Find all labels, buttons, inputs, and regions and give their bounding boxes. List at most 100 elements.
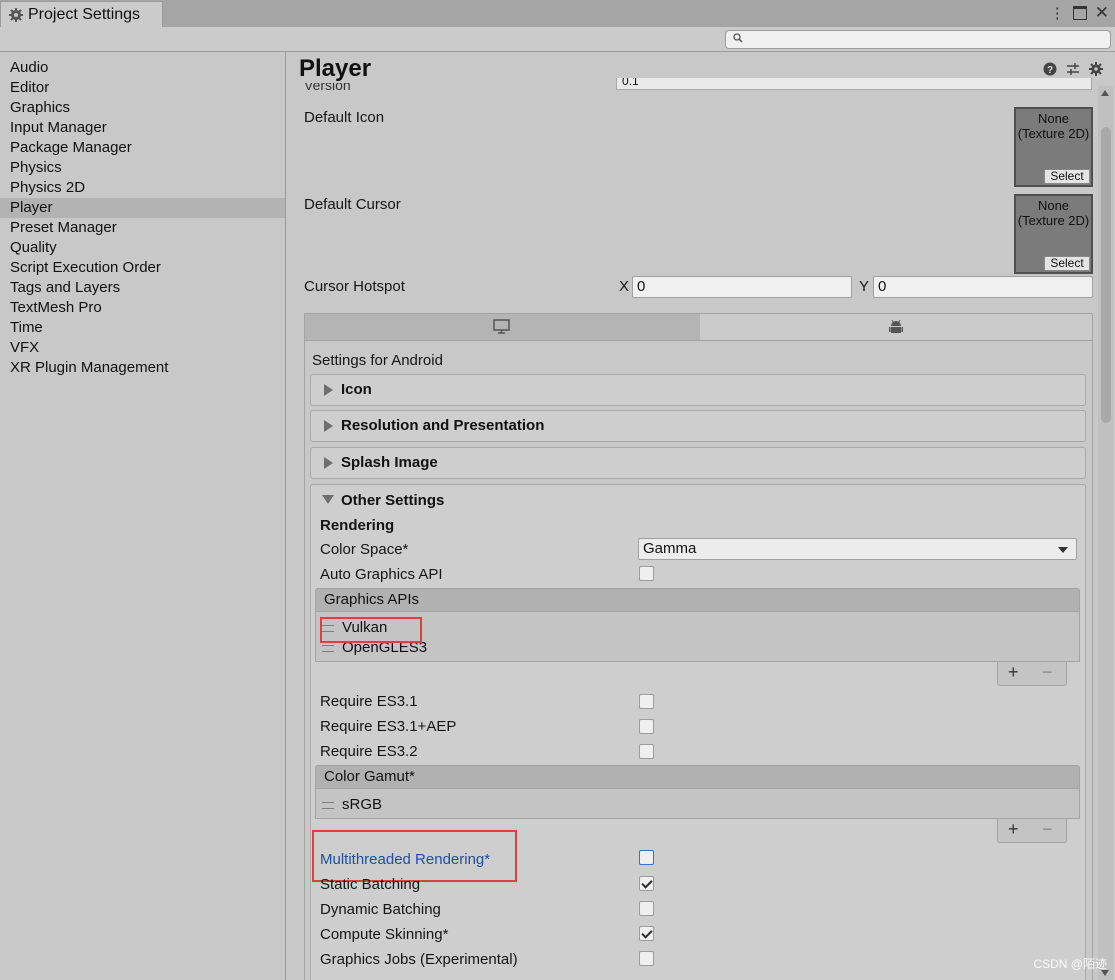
color-space-label: Color Space* (320, 541, 409, 558)
splash-image-foldout[interactable]: Splash Image (310, 447, 1086, 479)
sidebar-item-audio[interactable]: Audio (0, 58, 285, 78)
require-es32-label: Require ES3.2 (320, 743, 418, 760)
hotspot-y-field[interactable]: 0 (873, 276, 1093, 298)
texture-none-label: None (1037, 111, 1070, 126)
dynamic-batching-label: Dynamic Batching (320, 901, 441, 918)
drag-handle-icon[interactable] (322, 801, 334, 809)
static-batching-checkbox[interactable] (639, 876, 654, 891)
player-settings-panel: Version 0.1 Player ? Default Icon None (T… (286, 52, 1115, 980)
sidebar-item-time[interactable]: Time (0, 318, 285, 338)
sidebar-item-vfx[interactable]: VFX (0, 338, 285, 358)
graphics-apis-header: Graphics APIs (315, 588, 1080, 612)
foldout-title: Splash Image (341, 454, 438, 471)
help-icon[interactable]: ? (1043, 62, 1057, 76)
default-cursor-select-button[interactable]: Select (1044, 256, 1090, 271)
expand-arrow-icon (324, 384, 333, 396)
graphics-jobs-checkbox[interactable] (639, 951, 654, 966)
scroll-up-icon[interactable] (1101, 90, 1109, 96)
sidebar-item-preset-manager[interactable]: Preset Manager (0, 218, 285, 238)
foldout-title: Icon (341, 381, 372, 398)
platform-tabs (304, 313, 1093, 341)
expand-arrow-icon (324, 420, 333, 432)
color-gamut-item-srgb[interactable]: sRGB (322, 796, 382, 813)
default-icon-select-button[interactable]: Select (1044, 169, 1090, 184)
auto-graphics-api-label: Auto Graphics API (320, 566, 443, 583)
settings-gear-icon[interactable] (1089, 62, 1103, 76)
default-icon-texture-field[interactable]: None (Texture 2D) Select (1014, 107, 1093, 187)
hotspot-x-label: X (619, 278, 630, 295)
multithreaded-rendering-checkbox[interactable] (639, 850, 654, 865)
default-cursor-label: Default Cursor (304, 196, 401, 213)
multithreaded-highlight-box (312, 830, 517, 882)
search-icon (733, 33, 743, 43)
sidebar-item-script-execution-order[interactable]: Script Execution Order (0, 258, 285, 278)
hotspot-x-field[interactable]: 0 (632, 276, 852, 298)
compute-skinning-checkbox[interactable] (639, 926, 654, 941)
graphics-apis-list: Vulkan OpenGLES3 (315, 612, 1080, 662)
version-field[interactable]: 0.1 (616, 78, 1092, 90)
search-input[interactable] (725, 30, 1111, 49)
sidebar-item-player[interactable]: Player (0, 198, 285, 218)
default-icon-label: Default Icon (304, 109, 385, 126)
dynamic-batching-checkbox[interactable] (639, 901, 654, 916)
color-gamut-list: sRGB (315, 789, 1080, 819)
android-icon (889, 319, 903, 333)
hotspot-y-label: Y (859, 278, 870, 295)
graphics-jobs-label: Graphics Jobs (Experimental) (320, 951, 518, 968)
foldout-title: Resolution and Presentation (341, 417, 545, 434)
expand-arrow-icon (324, 457, 333, 469)
icon-foldout[interactable]: Icon (310, 374, 1086, 406)
more-menu-icon[interactable]: ⋮ (1050, 4, 1065, 22)
vulkan-highlight-box (320, 617, 422, 643)
static-batching-label: Static Batching (320, 876, 421, 893)
sidebar-item-textmesh-pro[interactable]: TextMesh Pro (0, 298, 285, 318)
sidebar-item-quality[interactable]: Quality (0, 238, 285, 258)
settings-sidebar: Audio Editor Graphics Input Manager Pack… (0, 52, 286, 980)
color-space-value: Gamma (643, 540, 697, 557)
remove-icon[interactable]: − (1042, 819, 1053, 840)
require-es32-checkbox[interactable] (639, 744, 654, 759)
drag-handle-icon[interactable] (322, 644, 334, 652)
rendering-heading: Rendering (320, 517, 395, 534)
sidebar-item-input-manager[interactable]: Input Manager (0, 118, 285, 138)
remove-icon[interactable]: − (1042, 662, 1053, 683)
tab-title: Project Settings (28, 5, 141, 23)
tab-pc-standalone[interactable] (305, 314, 701, 340)
sidebar-item-package-manager[interactable]: Package Manager (0, 138, 285, 158)
sidebar-item-graphics[interactable]: Graphics (0, 98, 285, 118)
scroll-thumb[interactable] (1101, 127, 1111, 423)
sidebar-item-physics[interactable]: Physics (0, 158, 285, 178)
project-settings-tab[interactable]: Project Settings (0, 1, 163, 27)
require-es31aep-checkbox[interactable] (639, 719, 654, 734)
resolution-foldout[interactable]: Resolution and Presentation (310, 410, 1086, 442)
texture-none-label: None (1037, 198, 1070, 213)
window-controls: ⋮ ✕ (1050, 4, 1109, 22)
settings-for-android-label: Settings for Android (312, 352, 443, 369)
sidebar-item-editor[interactable]: Editor (0, 78, 285, 98)
sidebar-item-tags-and-layers[interactable]: Tags and Layers (0, 278, 285, 298)
require-es31-label: Require ES3.1 (320, 693, 418, 710)
compute-skinning-label: Compute Skinning* (320, 926, 449, 943)
tab-android[interactable] (700, 314, 1092, 340)
color-gamut-add-remove: + − (997, 819, 1067, 843)
default-cursor-texture-field[interactable]: None (Texture 2D) Select (1014, 194, 1093, 274)
sidebar-item-physics-2d[interactable]: Physics 2D (0, 178, 285, 198)
add-icon[interactable]: + (1008, 819, 1019, 840)
sidebar-item-xr-plugin-management[interactable]: XR Plugin Management (0, 358, 285, 378)
window-tab-strip (0, 0, 1115, 28)
monitor-icon (493, 319, 510, 334)
preset-sliders-icon[interactable] (1066, 62, 1080, 76)
close-icon[interactable]: ✕ (1095, 4, 1109, 21)
require-es31aep-label: Require ES3.1+AEP (320, 718, 457, 735)
add-icon[interactable]: + (1008, 662, 1019, 683)
chevron-down-icon (1058, 547, 1068, 553)
header-icons: ? (1043, 62, 1103, 76)
foldout-title: Other Settings (341, 492, 445, 509)
color-space-dropdown[interactable]: Gamma (638, 538, 1077, 560)
maximize-icon[interactable] (1072, 6, 1087, 20)
auto-graphics-api-checkbox[interactable] (639, 566, 654, 581)
texture-type-label: (Texture 2D) (1017, 213, 1090, 228)
require-es31-checkbox[interactable] (639, 694, 654, 709)
cursor-hotspot-label: Cursor Hotspot (304, 278, 405, 295)
color-gamut-header: Color Gamut* (315, 765, 1080, 789)
